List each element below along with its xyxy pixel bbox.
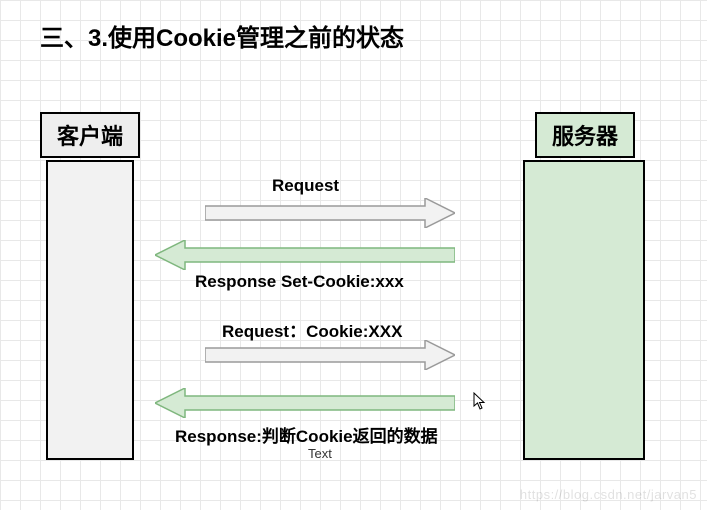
- arrow2-label: Response Set-Cookie:xxx: [195, 272, 404, 292]
- arrow4-response: [155, 388, 455, 418]
- server-label-text: 服务器: [552, 119, 618, 151]
- cursor-icon: [473, 392, 487, 410]
- client-label-box: 客户端: [40, 112, 140, 158]
- arrow3-label: Request：Cookie:XXX: [222, 317, 402, 342]
- client-body-box: [46, 160, 134, 460]
- diagram-title: 三、3.使用Cookie管理之前的状态: [40, 18, 404, 53]
- text-placeholder-label: Text: [308, 446, 332, 461]
- server-body-box: [523, 160, 645, 460]
- arrow4-label: Response:判断Cookie返回的数据: [175, 422, 438, 447]
- arrow1-label: Request: [272, 176, 339, 196]
- arrow1-request: [205, 198, 455, 228]
- arrow3-request: [205, 340, 455, 370]
- client-label-text: 客户端: [57, 119, 123, 151]
- arrow2-response: [155, 240, 455, 270]
- server-label-box: 服务器: [535, 112, 635, 158]
- watermark-text: https://blog.csdn.net/jarvan5: [520, 487, 697, 502]
